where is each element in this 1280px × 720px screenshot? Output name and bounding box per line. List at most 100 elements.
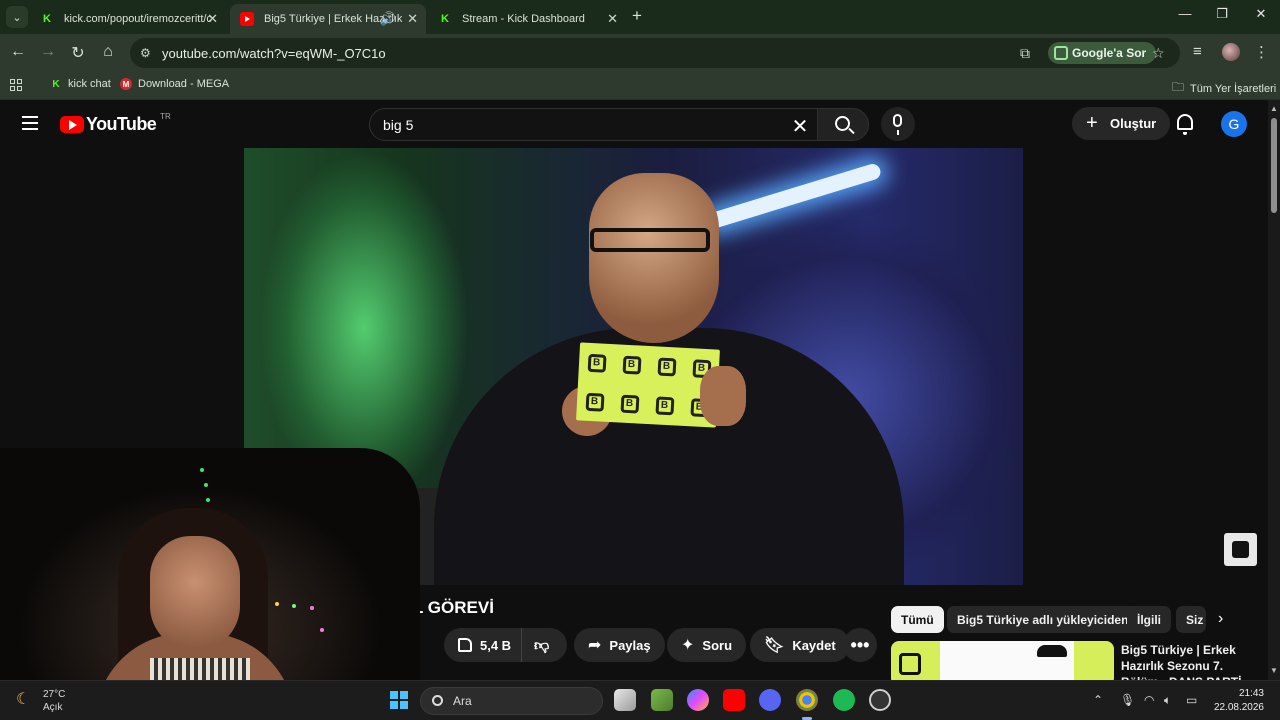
search-input[interactable]: big 5 ✕ [369,108,817,141]
big5-logo-icon: B [620,394,639,414]
search-button[interactable] [817,108,869,141]
battery-icon[interactable]: ▭ [1186,693,1197,707]
chip-related[interactable]: İlgili [1127,606,1171,633]
all-bookmarks-label: Tüm Yer İşaretleri [1190,82,1277,95]
video-title: L GÖREVİ [413,598,494,617]
tab-search-button[interactable]: ⌄ [6,6,28,28]
big5-logo-icon: B [587,353,607,373]
minimize-icon[interactable]: — [1170,6,1200,21]
apps-grid-icon[interactable] [10,79,22,91]
thumbs-down-icon[interactable]: 👎︎ [534,637,549,655]
browser-tab-youtube[interactable]: Big5 Türkiye | Erkek Hazırlık 🔊 ✕ [230,4,426,34]
new-tab-button[interactable]: + [632,6,642,26]
url-text[interactable]: youtube.com/watch?v=eqWM-_O7C1o [162,46,386,61]
big5-logo-icon: B [585,392,605,412]
close-tab-icon[interactable]: ✕ [607,11,618,27]
bookmark-star-icon[interactable]: ☆ [1152,45,1165,62]
weather-widget[interactable]: 27°C Açık [43,688,65,714]
like-button[interactable]: 5,4 B [444,628,522,662]
app-notification-icon[interactable] [869,689,891,711]
bookmark-label: kick chat [68,78,111,90]
scroll-down-icon[interactable]: ▼ [1270,666,1278,675]
save-button[interactable]: 🔖︎ Kaydet [750,628,850,662]
back-icon[interactable]: ← [8,43,28,61]
scroll-up-icon[interactable]: ▲ [1270,104,1278,113]
browser-tab-kick-chat[interactable]: K kick.com/popout/iremozceritt/c ✕ [30,4,226,34]
tray-overflow-icon[interactable]: ⌃ [1093,693,1103,707]
chrome-icon[interactable] [796,689,818,720]
share-button[interactable]: ➦ Paylaş [574,628,665,662]
big5-logo-icon [899,653,921,675]
big5-logo-icon: B [622,355,642,375]
clock-time: 21:43 [1238,688,1264,699]
channel-watermark-icon[interactable] [1224,533,1257,566]
reload-icon[interactable]: ↻ [68,43,88,63]
scroll-thumb[interactable] [1271,118,1277,213]
chip-for-you[interactable]: Siz [1176,606,1206,633]
task-view-icon[interactable] [614,689,636,711]
bookmarks-bar: K kick chat M Download - MEGA 🗀 Tüm Yer … [0,72,1280,100]
speaker-icon[interactable]: 🔊 [380,11,396,27]
google-ask-button[interactable]: Google'a Sor [1048,42,1157,64]
volume-icon[interactable]: 🔈︎ [1164,693,1171,708]
create-button[interactable]: + Oluştur [1072,107,1171,140]
reading-list-icon[interactable]: ≡ [1193,43,1202,60]
search-query-text[interactable]: big 5 [383,117,413,133]
minecraft-icon[interactable] [651,689,673,711]
notifications-bell-icon[interactable] [1177,114,1193,135]
youtube-wordmark: YouTube [86,114,157,134]
account-avatar[interactable]: G [1221,111,1247,137]
chip-from-uploader[interactable]: Big5 Türkiye adlı yükleyiciden [947,606,1139,633]
thumbnail-figure [1037,645,1067,657]
bookmark-mega[interactable]: M Download - MEGA [120,78,229,90]
big5-logo-icon: B [654,395,674,415]
ask-button[interactable]: ✦ Soru [667,628,747,662]
kick-icon: K [441,13,449,25]
close-tab-icon[interactable]: ✕ [407,11,418,27]
browser-tab-kick-dashboard[interactable]: K Stream - Kick Dashboard ✕ [428,4,626,34]
mega-icon: M [120,78,132,90]
clear-search-icon[interactable]: ✕ [789,114,811,139]
youtube-logo[interactable]: YouTube TR [60,112,171,135]
copilot-icon[interactable] [687,689,709,711]
all-bookmarks-button[interactable]: 🗀 Tüm Yer İşaretleri [1172,78,1276,99]
voice-search-button[interactable] [881,107,915,141]
led-light [200,468,204,472]
recommended-video-title[interactable]: Big5 Türkiye | Erkek Hazırlık Sezonu 7. … [1121,642,1261,680]
led-light [292,604,296,608]
kick-icon: K [52,78,60,90]
search-icon [835,116,850,131]
close-window-icon[interactable]: ✕ [1246,6,1276,22]
restore-icon[interactable]: ❐ [1207,6,1237,22]
folder-icon: 🗀 [1172,80,1185,94]
site-info-icon[interactable]: ⚙ [140,46,151,60]
share-icon: ➦ [588,637,602,654]
microphone-tray-icon[interactable]: 🎙︎ [1120,693,1135,707]
chevron-right-icon[interactable]: › [1218,610,1223,628]
bookmark-kick-chat[interactable]: K kick chat [50,78,111,90]
wifi-icon[interactable]: ◠ [1144,693,1154,707]
country-code: TR [160,112,171,121]
youtube-app-icon[interactable] [723,689,745,711]
more-actions-button[interactable]: ••• [843,628,877,662]
windows-taskbar: ☾ 27°C Açık Ara ⌃ 🎙︎ ◠ 🔈︎ ▭ 21:43 22.08.… [0,680,1280,720]
led-light [204,483,208,487]
weather-status: Açık [43,702,63,713]
taskbar-search[interactable]: Ara [420,687,603,715]
moon-weather-icon[interactable]: ☾ [16,689,30,709]
chip-all[interactable]: Tümü [891,606,944,633]
discord-icon[interactable] [759,689,781,711]
taskbar-search-placeholder: Ara [453,694,472,708]
address-bar[interactable]: ⚙ youtube.com/watch?v=eqWM-_O7C1o ⧉ Goog… [130,38,1180,68]
spotify-icon[interactable] [833,689,855,711]
cast-icon[interactable]: ⧉ [1020,45,1030,62]
close-tab-icon[interactable]: ✕ [207,11,218,27]
home-icon[interactable]: ⌂ [98,43,118,61]
page-scrollbar[interactable]: ▲ ▼ [1268,100,1280,680]
forward-icon[interactable]: → [38,43,58,61]
menu-icon[interactable]: ⋮ [1254,43,1269,61]
system-clock[interactable]: 21:43 22.08.2026 [1212,687,1264,715]
profile-avatar[interactable] [1222,43,1240,61]
windows-start-icon[interactable] [390,691,408,709]
guide-menu-icon[interactable] [22,116,38,130]
